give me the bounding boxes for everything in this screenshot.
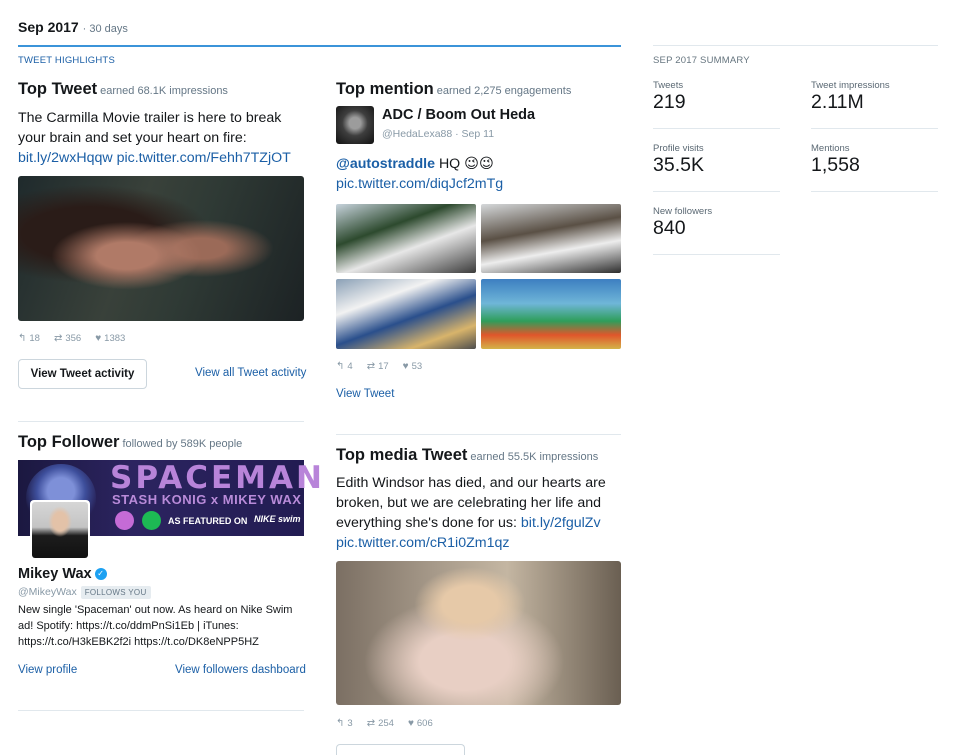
- view-tweet-activity-button-partial[interactable]: [336, 744, 465, 755]
- top-mention-title: Top mention earned 2,275 engagements: [336, 80, 572, 98]
- reply-count: ↰ 18: [18, 333, 40, 344]
- top-media-earned: earned 55.5K impressions: [470, 451, 599, 463]
- summary-profile-visits: Profile visits 35.5K: [653, 143, 704, 176]
- reply-icon: ↰: [336, 361, 345, 372]
- retweet-count: ⇄ 356: [53, 333, 82, 344]
- top-mention-pic-link[interactable]: pic.twitter.com/diqJcf2mTg: [336, 176, 503, 192]
- follower-handle: @MikeyWax: [18, 586, 77, 598]
- top-mention-earned: earned 2,275 engagements: [436, 85, 572, 97]
- top-tweet-image[interactable]: [18, 176, 304, 321]
- retweet-icon: ⇄: [366, 361, 376, 372]
- top-follower-followed-by: followed by 589K people: [122, 438, 243, 450]
- section-divider: [18, 710, 304, 711]
- reply-icon: ↰: [18, 333, 27, 344]
- verified-badge-icon: ✓: [94, 567, 107, 580]
- section-divider: [336, 434, 621, 435]
- top-tweet-title: Top Tweet earned 68.1K impressions: [18, 80, 228, 98]
- view-profile-link[interactable]: View profile: [18, 664, 77, 676]
- reply-icon: ↰: [336, 718, 345, 729]
- summary-label: SEP 2017 SUMMARY: [653, 55, 750, 66]
- banner-subtitle: STASH KONIG x MIKEY WAX: [112, 492, 302, 507]
- summary-impressions: Tweet impressions 2.11M: [811, 80, 890, 113]
- mention-photo-3[interactable]: [336, 279, 476, 349]
- top-media-pic-link[interactable]: pic.twitter.com/cR1i0Zm1qz: [336, 535, 509, 551]
- retweet-count: ⇄ 254: [366, 718, 394, 729]
- mention-photo-4[interactable]: [481, 279, 621, 349]
- view-followers-dashboard-link[interactable]: View followers dashboard: [175, 664, 306, 676]
- section-divider: [18, 421, 304, 422]
- top-tweet-earned: earned 68.1K impressions: [100, 85, 228, 97]
- report-month: Sep 2017 · 30 days: [18, 19, 128, 35]
- top-tweet-pic-link[interactable]: pic.twitter.com/Fehh7TZjOT: [117, 150, 291, 166]
- summary-divider: [653, 45, 938, 46]
- top-follower-title: Top Follower followed by 589K people: [18, 433, 243, 451]
- reply-count: ↰ 4: [336, 361, 353, 372]
- top-media-stats: ↰ 3 ⇄ 254 ♥ 606: [336, 718, 433, 729]
- report-period: · 30 days: [82, 23, 128, 35]
- mention-photo-1[interactable]: [336, 204, 476, 273]
- highlights-divider: [18, 45, 621, 47]
- retweet-icon: ⇄: [366, 718, 376, 729]
- heart-icon: ♥: [402, 361, 409, 372]
- tweet-highlights-label: TWEET HIGHLIGHTS: [18, 55, 115, 66]
- follows-you-badge: FOLLOWS YOU: [80, 586, 151, 599]
- heart-icon: ♥: [407, 718, 414, 729]
- top-tweet-stats: ↰ 18 ⇄ 356 ♥ 1383: [18, 333, 125, 344]
- view-all-tweet-activity-link[interactable]: View all Tweet activity: [195, 367, 306, 379]
- like-count: ♥ 53: [402, 361, 423, 372]
- like-count: ♥ 1383: [95, 333, 126, 344]
- follower-name[interactable]: Mikey Wax: [18, 566, 92, 582]
- view-tweet-link[interactable]: View Tweet: [336, 388, 394, 400]
- banner-featured-text: AS FEATURED ON: [168, 516, 248, 526]
- summary-row-divider: [653, 254, 780, 255]
- retweet-icon: ⇄: [53, 333, 63, 344]
- summary-row-divider: [653, 128, 780, 129]
- banner-title: SPACEMAN: [110, 460, 325, 496]
- follower-avatar[interactable]: [30, 500, 90, 560]
- view-tweet-activity-button[interactable]: View Tweet activity: [18, 359, 147, 389]
- retweet-count: ⇄ 17: [366, 361, 389, 372]
- top-media-text: Edith Windsor has died, and our hearts a…: [336, 475, 606, 551]
- follower-name-row: Mikey Wax ✓: [18, 565, 107, 583]
- top-media-image[interactable]: [336, 561, 621, 705]
- follower-handle-row: @MikeyWax FOLLOWS YOU: [18, 582, 151, 600]
- summary-row-divider: [811, 191, 938, 192]
- top-mention-text: @autostraddle HQ 😉😉 pic.twitter.com/diqJ…: [336, 156, 504, 192]
- top-tweet-text: The Carmilla Movie trailer is here to br…: [18, 110, 291, 166]
- heart-icon: ♥: [95, 333, 102, 344]
- top-media-title: Top media Tweet earned 55.5K impressions: [336, 446, 599, 464]
- mention-link[interactable]: @autostraddle: [336, 156, 435, 172]
- summary-row-divider: [811, 128, 938, 129]
- summary-row-divider: [653, 191, 780, 192]
- mention-author-handle: @HedaLexa88 · Sep 11: [382, 128, 495, 140]
- summary-tweets: Tweets 219: [653, 80, 686, 113]
- like-count: ♥ 606: [407, 718, 433, 729]
- mention-photo-2[interactable]: [481, 204, 621, 273]
- top-tweet-link[interactable]: bit.ly/2wxHqqw: [18, 150, 113, 166]
- itunes-icon: [115, 511, 134, 530]
- mention-avatar[interactable]: [336, 106, 374, 144]
- reply-count: ↰ 3: [336, 718, 353, 729]
- nike-swim-logo: NIKE swim: [254, 514, 301, 524]
- spotify-icon: [142, 511, 161, 530]
- summary-new-followers: New followers 840: [653, 206, 713, 239]
- top-media-link[interactable]: bit.ly/2fgulZv: [521, 515, 601, 531]
- mention-author-name[interactable]: ADC / Boom Out Heda: [382, 107, 535, 123]
- summary-mentions: Mentions 1,558: [811, 143, 860, 176]
- follower-bio: New single 'Spaceman' out now. As heard …: [18, 604, 293, 648]
- top-mention-stats: ↰ 4 ⇄ 17 ♥ 53: [336, 361, 422, 372]
